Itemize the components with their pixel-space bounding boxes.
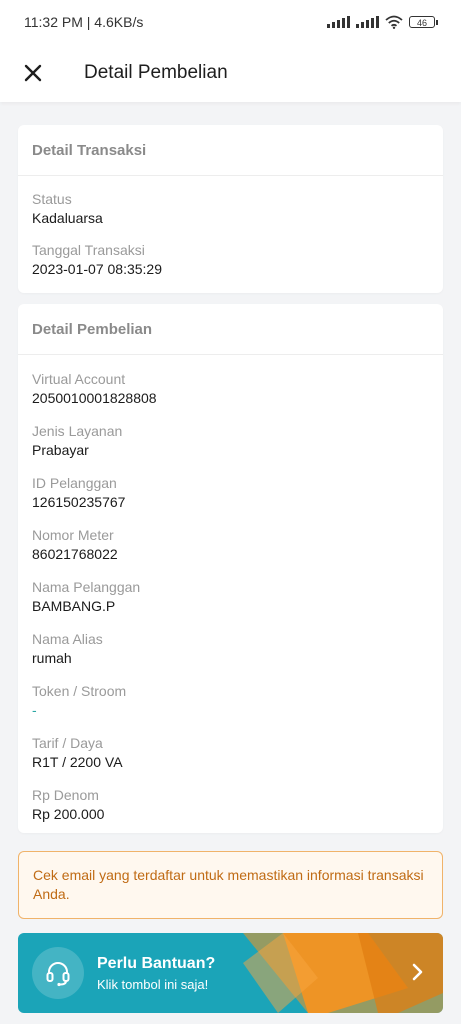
field-customer-name: Nama Pelanggan BAMBANG.P	[18, 578, 443, 615]
field-value: 2023-01-07 08:35:29	[32, 261, 162, 277]
help-subtitle: Klik tombol ini saja!	[97, 977, 209, 992]
field-service-type: Jenis Layanan Prabayar	[18, 422, 443, 459]
transaction-detail-card: Detail Transaksi Status Kadaluarsa Tangg…	[18, 125, 443, 293]
field-status: Status Kadaluarsa	[18, 190, 443, 227]
field-customer-id: ID Pelanggan 126150235767	[18, 474, 443, 511]
card-title: Detail Pembelian	[18, 304, 443, 355]
field-denom: Rp Denom Rp 200.000	[18, 786, 443, 823]
wifi-icon	[385, 15, 403, 29]
close-button[interactable]	[18, 58, 48, 88]
field-value: Rp 200.000	[32, 806, 105, 822]
field-value: 86021768022	[32, 546, 118, 562]
field-alias-name: Nama Alias rumah	[18, 630, 443, 667]
field-value: 2050010001828808	[32, 390, 157, 406]
page-title: Detail Pembelian	[84, 62, 228, 83]
chevron-right-icon	[412, 963, 423, 981]
field-label: Nama Pelanggan	[32, 579, 141, 595]
field-transaction-date: Tanggal Transaksi 2023-01-07 08:35:29	[18, 241, 443, 278]
field-value: -	[32, 702, 37, 718]
field-value: rumah	[32, 650, 72, 666]
field-value: BAMBANG.P	[32, 598, 116, 614]
field-label: Nomor Meter	[32, 527, 114, 543]
card-title: Detail Transaksi	[18, 125, 443, 176]
field-meter-number: Nomor Meter 86021768022	[18, 526, 443, 563]
field-label: Jenis Layanan	[32, 423, 123, 439]
app-header: Detail Pembelian	[0, 44, 461, 102]
field-label: Tarif / Daya	[32, 735, 103, 751]
field-value: Kadaluarsa	[32, 210, 103, 226]
status-bar: 11:32 PM | 4.6KB/s 46	[0, 0, 461, 44]
field-virtual-account: Virtual Account 2050010001828808	[18, 370, 443, 407]
field-label: Status	[32, 191, 72, 207]
field-label: Rp Denom	[32, 787, 99, 803]
field-label: Nama Alias	[32, 631, 103, 647]
field-label: Virtual Account	[32, 371, 126, 387]
status-icons: 46	[327, 15, 438, 29]
battery-icon: 46	[409, 16, 438, 28]
headset-icon	[32, 947, 84, 999]
email-notice: Cek email yang terdaftar untuk memastika…	[18, 851, 443, 919]
field-label: Token / Stroom	[32, 683, 127, 699]
status-time-speed: 11:32 PM | 4.6KB/s	[24, 14, 144, 30]
field-label: Tanggal Transaksi	[32, 242, 145, 258]
help-title: Perlu Bantuan?	[97, 955, 216, 972]
signal-icon	[356, 16, 379, 28]
signal-icon	[327, 16, 350, 28]
field-value: R1T / 2200 VA	[32, 754, 123, 770]
field-value: 126150235767	[32, 494, 126, 510]
field-label: ID Pelanggan	[32, 475, 117, 491]
purchase-detail-card: Detail Pembelian Virtual Account 2050010…	[18, 304, 443, 833]
help-banner-button[interactable]: Perlu Bantuan? Klik tombol ini saja!	[18, 933, 443, 1013]
field-token: Token / Stroom -	[18, 682, 443, 719]
field-tariff: Tarif / Daya R1T / 2200 VA	[18, 734, 443, 771]
field-value: Prabayar	[32, 442, 89, 458]
close-icon	[24, 64, 42, 82]
